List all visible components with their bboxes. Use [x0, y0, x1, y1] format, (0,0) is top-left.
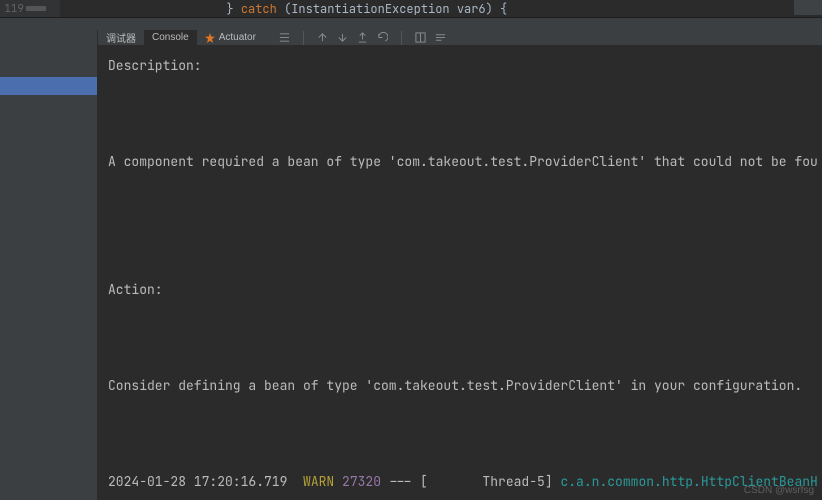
console-line: A component required a bean of type 'com…: [108, 153, 818, 170]
console-output[interactable]: Description: A component required a bean…: [98, 46, 822, 500]
toolbar-divider: [303, 31, 304, 45]
debug-tool-window: 调试器 Console Actuator Description: A: [0, 30, 822, 500]
actuator-icon: [205, 33, 215, 43]
wrap-icon[interactable]: [435, 32, 446, 43]
tab-debugger[interactable]: 调试器: [98, 30, 144, 45]
editor-code-fragment: } catch (InstantiationException var6) {: [60, 1, 507, 17]
editor-strip: 119 } catch (InstantiationException var6…: [0, 0, 822, 18]
editor-minimap: [794, 0, 822, 15]
tool-window-separator: [0, 18, 822, 30]
console-log-line: 2024-01-28 17:20:16.719 WARN 27320 --- […: [108, 473, 818, 490]
tab-console[interactable]: Console: [144, 30, 197, 45]
list-icon[interactable]: [279, 32, 290, 43]
log-timestamp: 2024-01-28 17:20:16.719: [108, 473, 303, 490]
debug-tabbar: 调试器 Console Actuator: [98, 30, 822, 46]
log-thread: --- [ Thread-5]: [381, 473, 560, 490]
console-line: Description:: [108, 57, 202, 74]
console-toolbar: [279, 31, 446, 45]
debug-frames-pane[interactable]: [0, 30, 98, 500]
download-icon[interactable]: [337, 32, 348, 43]
undo-icon[interactable]: [377, 32, 388, 43]
watermark: CSDN @wsrfsg: [744, 485, 814, 496]
console-line: Consider defining a bean of type 'com.ta…: [108, 377, 802, 394]
tab-actuator[interactable]: Actuator: [197, 30, 264, 45]
frames-selected-row[interactable]: [0, 77, 97, 95]
export-up-icon[interactable]: [317, 32, 328, 43]
breakpoint-gutter-bar: [26, 6, 46, 11]
editor-line-number: 119: [0, 0, 60, 17]
log-pid: 27320: [334, 473, 381, 490]
console-line: Action:: [108, 281, 163, 298]
toolbar-divider: [401, 31, 402, 45]
log-level-warn: WARN: [303, 473, 334, 490]
layout-icon[interactable]: [415, 32, 426, 43]
upload-icon[interactable]: [357, 32, 368, 43]
